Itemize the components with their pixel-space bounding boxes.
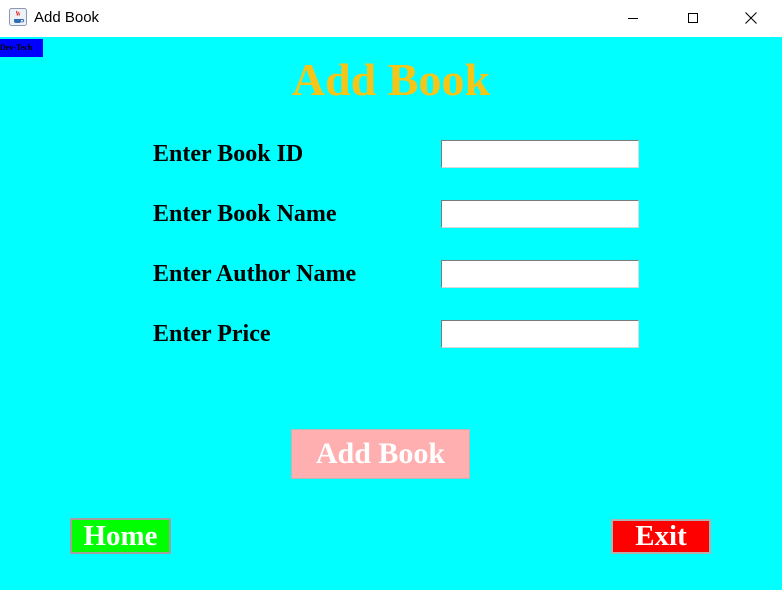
maximize-button[interactable] (670, 0, 716, 36)
book-name-input[interactable] (441, 200, 639, 228)
close-button[interactable] (728, 0, 774, 36)
price-input[interactable] (441, 320, 639, 348)
form-panel: Dev-Tech Add Book Enter Book ID Enter Bo… (0, 37, 782, 590)
app-window: Add Book Dev-Tech Add Book Enter Book ID… (0, 0, 782, 590)
close-icon (745, 12, 757, 24)
home-button[interactable]: Home (70, 518, 171, 554)
book-id-input[interactable] (441, 140, 639, 168)
author-name-label: Enter Author Name (153, 261, 357, 287)
add-book-button[interactable]: Add Book (291, 429, 470, 479)
book-name-label: Enter Book Name (153, 201, 337, 227)
exit-button[interactable]: Exit (611, 519, 711, 554)
author-name-input[interactable] (441, 260, 639, 288)
window-title: Add Book (34, 9, 100, 26)
page-title: Add Book (291, 54, 491, 105)
title-bar: Add Book (0, 0, 782, 37)
book-id-label: Enter Book ID (153, 141, 304, 167)
minimize-button[interactable] (610, 0, 656, 36)
minimize-icon (628, 18, 638, 19)
maximize-icon (688, 13, 698, 23)
price-label: Enter Price (153, 321, 271, 347)
java-app-icon (9, 8, 27, 26)
